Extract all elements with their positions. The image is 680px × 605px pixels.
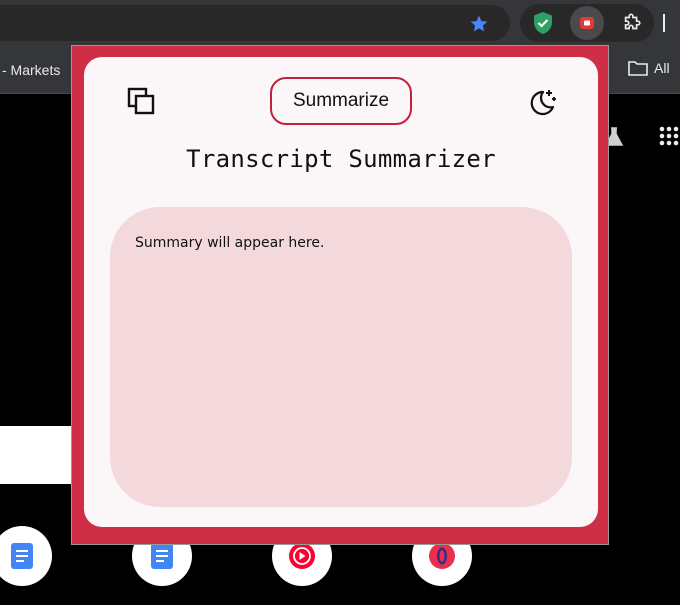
shield-check-icon[interactable] <box>526 6 560 40</box>
browser-toolbar <box>0 0 680 46</box>
screen: - Markets All Summarize Transcript Summa… <box>0 0 680 605</box>
all-bookmarks-label: All <box>654 60 670 76</box>
moon-stars-icon[interactable] <box>524 84 560 120</box>
youtube-summarizer-icon[interactable] <box>570 6 604 40</box>
bookmark-markets[interactable]: - Markets <box>2 62 60 78</box>
address-bar[interactable] <box>0 5 510 41</box>
youtube-music-icon <box>289 543 315 569</box>
summarizer-popup: Summarize Transcript Summarizer Summary … <box>71 45 609 545</box>
popup-card: Summarize Transcript Summarizer Summary … <box>84 57 598 527</box>
puzzle-icon[interactable] <box>615 6 649 40</box>
bookmark-star-icon[interactable] <box>466 11 492 37</box>
summarize-button[interactable]: Summarize <box>270 77 412 125</box>
summary-placeholder: Summary will appear here. <box>135 235 325 251</box>
docs-icon <box>151 543 173 569</box>
toolbar-divider <box>663 14 665 32</box>
apps-grid-icon[interactable] <box>659 126 680 146</box>
docs-icon <box>11 543 33 569</box>
page-content-block <box>0 426 72 484</box>
shortcut-docs-1[interactable] <box>0 526 52 586</box>
summary-output: Summary will appear here. <box>110 207 572 507</box>
copy-icon[interactable] <box>124 84 158 118</box>
folder-icon <box>628 61 648 76</box>
popup-title: Transcript Summarizer <box>186 145 496 173</box>
all-bookmarks-button[interactable]: All <box>628 60 670 76</box>
opera-icon <box>429 543 455 569</box>
